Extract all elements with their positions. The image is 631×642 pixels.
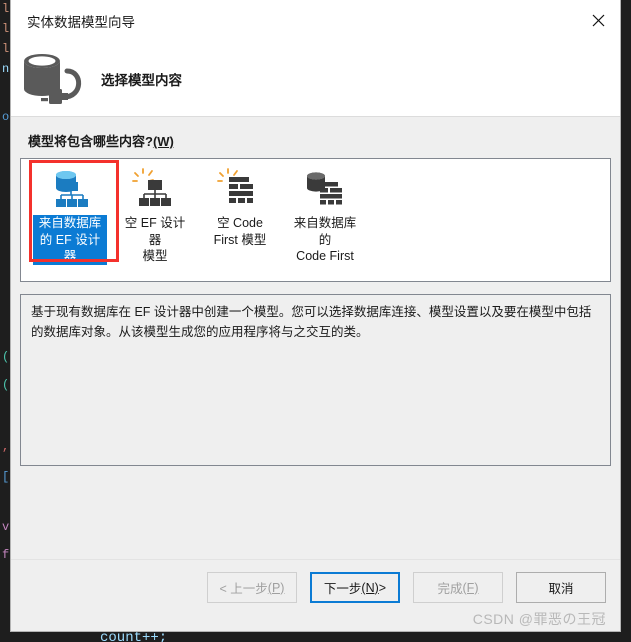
- question-text: 模型将包含哪些内容?: [28, 134, 153, 149]
- next-button-accelerator: (N): [361, 580, 379, 595]
- entity-data-model-wizard-dialog: 实体数据模型向导 选择模型内容 模型将包含哪些内容?(W) 来自数据库 的 EF…: [10, 0, 621, 632]
- model-option-empty-ef-designer[interactable]: 空 EF 设计器 模型: [118, 165, 192, 265]
- finish-button[interactable]: 完成 (F): [413, 572, 503, 603]
- database-plug-icon: [17, 49, 95, 109]
- next-button-label: 下一步: [323, 582, 362, 596]
- database-code-first-icon: [301, 167, 349, 211]
- finish-button-accelerator: (F): [462, 580, 479, 595]
- next-button-suffix: >: [378, 580, 387, 595]
- dialog-titlebar: 实体数据模型向导: [11, 0, 620, 41]
- previous-button-accelerator: (P): [267, 580, 285, 595]
- dialog-button-row: < 上一步 (P) 下一步 (N) > 完成 (F) 取消: [207, 572, 606, 603]
- database-ef-designer-icon: [46, 167, 94, 211]
- empty-ef-designer-icon: [131, 167, 179, 211]
- question-accelerator: (W): [152, 134, 174, 149]
- dialog-footer: < 上一步 (P) 下一步 (N) > 完成 (F) 取消 CSDN @罪恶の王冠: [11, 559, 620, 631]
- previous-button[interactable]: < 上一步 (P): [207, 572, 297, 603]
- previous-button-label: < 上一步: [219, 582, 268, 596]
- cancel-button[interactable]: 取消: [516, 572, 606, 603]
- dialog-body: 模型将包含哪些内容?(W) 来自数据库 的 EF 设计器 空 EF 设计器 模型…: [11, 117, 620, 559]
- model-option-label: 来自数据库的 Code First: [293, 216, 357, 263]
- next-button[interactable]: 下一步 (N) >: [310, 572, 400, 603]
- model-option-label: 空 EF 设计器 模型: [124, 216, 186, 263]
- finish-button-label: 完成: [437, 582, 463, 596]
- model-content-picker: 来自数据库 的 EF 设计器 空 EF 设计器 模型 空 Code First …: [20, 158, 611, 282]
- model-option-ef-designer-from-database[interactable]: 来自数据库 的 EF 设计器: [33, 165, 107, 265]
- model-option-label: 来自数据库 的 EF 设计器: [33, 215, 107, 265]
- header-title: 选择模型内容: [101, 73, 182, 88]
- model-option-code-first-from-database[interactable]: 来自数据库的 Code First: [288, 165, 362, 265]
- question-label: 模型将包含哪些内容?(W): [28, 131, 611, 150]
- model-option-empty-code-first[interactable]: 空 Code First 模型: [203, 165, 277, 248]
- model-description-text: 基于现有数据库在 EF 设计器中创建一个模型。您可以选择数据库连接、模型设置以及…: [20, 294, 611, 466]
- dialog-header: 选择模型内容: [11, 41, 620, 117]
- model-option-label: 空 Code First 模型: [213, 216, 267, 247]
- csdn-watermark: CSDN @罪恶の王冠: [472, 611, 606, 627]
- empty-code-first-icon: [216, 167, 264, 211]
- dialog-title: 实体数据模型向导: [27, 14, 135, 30]
- cancel-button-label: 取消: [548, 582, 574, 596]
- close-icon[interactable]: [576, 0, 620, 41]
